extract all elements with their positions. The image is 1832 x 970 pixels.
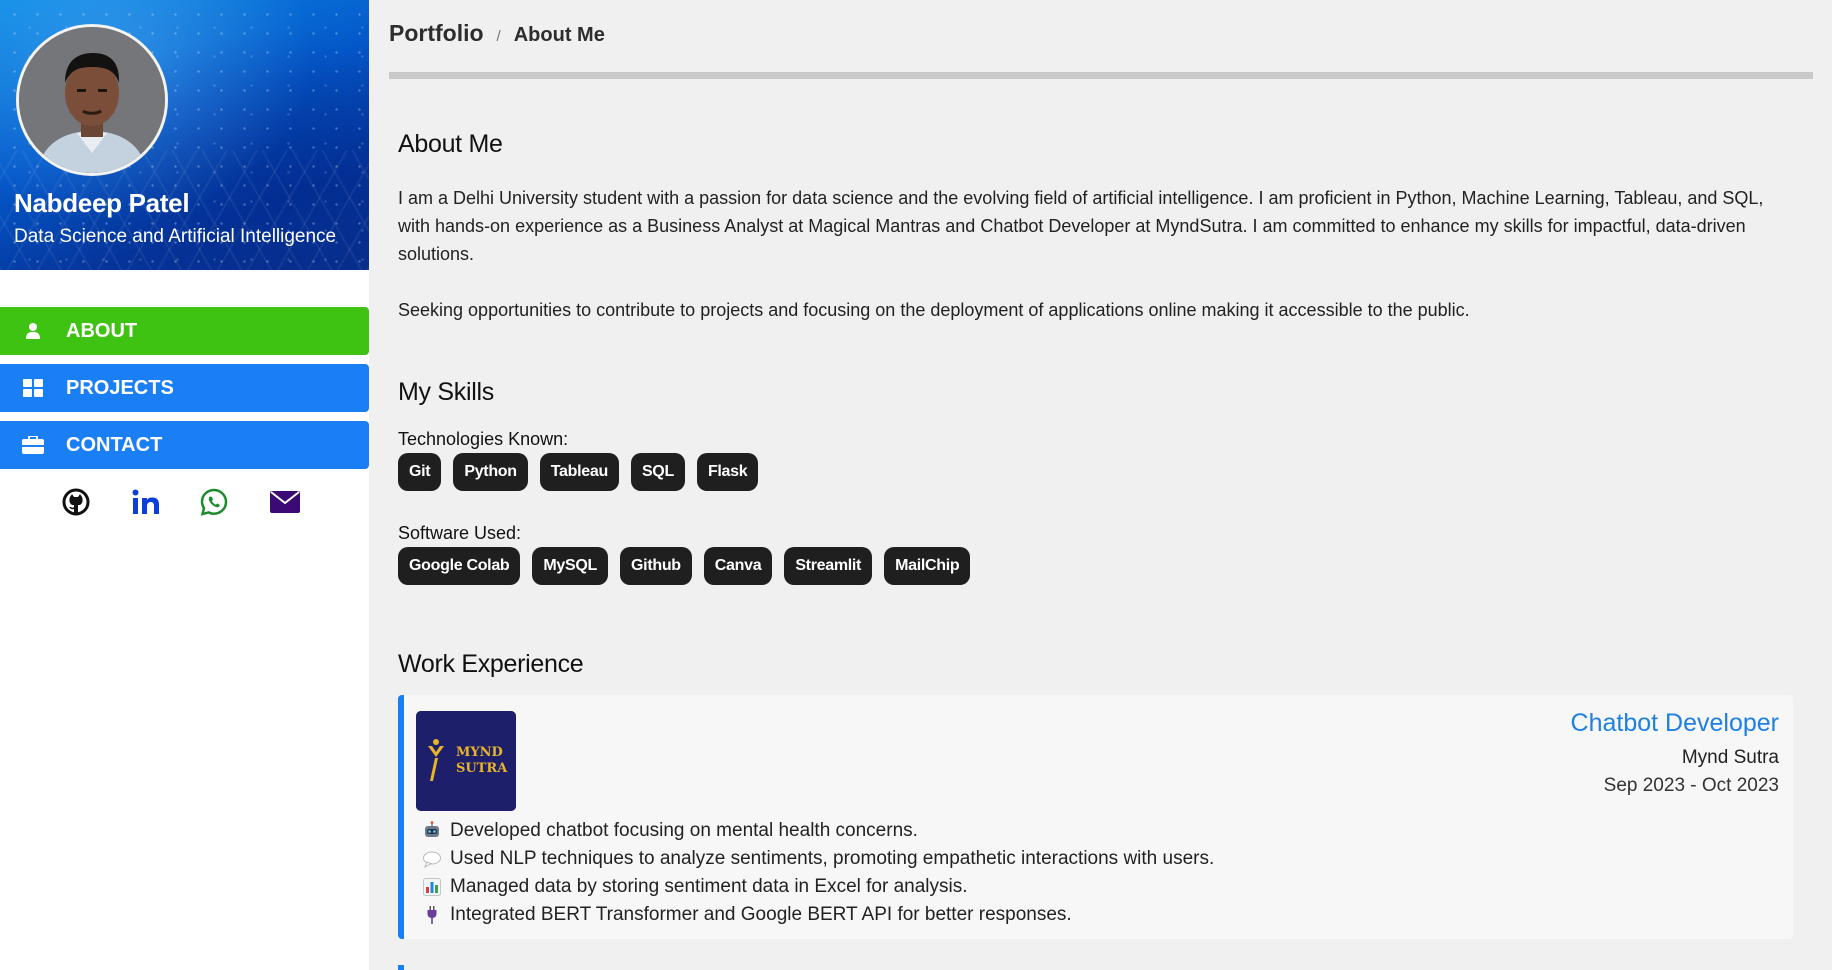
briefcase-icon <box>0 436 66 454</box>
logo-text-line2: SUTRA <box>456 761 508 776</box>
work-heading: Work Experience <box>398 650 584 678</box>
about-paragraph-1: I am a Delhi University student with a p… <box>398 188 1764 264</box>
github-icon[interactable] <box>62 488 90 521</box>
about-heading: About Me <box>398 130 503 158</box>
skills-heading: My Skills <box>398 378 494 406</box>
software-chips: Google Colab MySQL Github Canva Streamli… <box>398 547 971 585</box>
speech-bubble-icon <box>422 849 450 869</box>
profile-name: Nabdeep Patel <box>14 188 190 218</box>
work-experience-card: MYND SUTRA Chatbot Developer Mynd Sutra … <box>398 695 1793 939</box>
technologies-chips: Git Python Tableau SQL Flask <box>398 453 759 491</box>
plug-icon <box>422 905 450 925</box>
avatar <box>16 24 168 176</box>
email-icon[interactable] <box>270 488 300 519</box>
nav-item-projects[interactable]: PROJECTS <box>0 364 369 412</box>
profile-title: Data Science and Artificial Intelligence <box>14 226 337 247</box>
about-paragraph-2: Seeking opportunities to contribute to p… <box>398 300 1470 320</box>
nav-item-label: PROJECTS <box>66 376 174 399</box>
software-label: Software Used: <box>398 523 522 543</box>
duty-item: Developed chatbot focusing on mental hea… <box>422 817 1214 845</box>
software-chip: Streamlit <box>784 547 873 585</box>
nav-item-contact[interactable]: CONTACT <box>0 421 369 469</box>
software-chip: Github <box>620 547 692 585</box>
duty-item: Managed data by storing sentiment data i… <box>422 873 1214 901</box>
sidebar: Nabdeep Patel Data Science and Artificia… <box>0 0 369 970</box>
skill-chip: SQL <box>630 453 685 491</box>
skill-chip: Flask <box>696 453 759 491</box>
software-chip: Google Colab <box>398 547 521 585</box>
software-chip: MailChip <box>884 547 971 585</box>
job-role: Chatbot Developer <box>1570 709 1779 737</box>
software-chip: Canva <box>703 547 773 585</box>
breadcrumb-current: About Me <box>513 24 605 46</box>
nav-item-label: CONTACT <box>66 433 163 456</box>
job-company: Mynd Sutra <box>1681 747 1779 768</box>
duty-text: Used NLP techniques to analyze sentiment… <box>450 848 1215 869</box>
job-dates: Sep 2023 - Oct 2023 <box>1603 775 1779 796</box>
logo-text-line1: MYND <box>456 745 503 760</box>
nav-item-label: ABOUT <box>66 319 138 342</box>
bar-chart-icon <box>422 877 450 897</box>
breadcrumb-portfolio[interactable]: Portfolio <box>389 20 484 47</box>
user-icon <box>0 322 66 340</box>
social-links <box>0 488 369 524</box>
grid-icon <box>0 379 66 397</box>
skill-chip: Python <box>453 453 528 491</box>
technologies-label: Technologies Known: <box>398 429 569 449</box>
job-duties: Developed chatbot focusing on mental hea… <box>422 817 1214 929</box>
next-card-edge <box>398 965 404 970</box>
duty-item: Integrated BERT Transformer and Google B… <box>422 901 1214 929</box>
skill-chip: Git <box>398 453 442 491</box>
duty-text: Managed data by storing sentiment data i… <box>450 876 968 897</box>
nav-item-about[interactable]: ABOUT <box>0 307 369 355</box>
skill-chip: Tableau <box>539 453 619 491</box>
main-content: Portfolio / About Me About Me I am a Del… <box>369 0 1832 970</box>
header-divider <box>389 72 1813 79</box>
sidebar-nav: ABOUT PROJECTS CONTACT <box>0 307 369 478</box>
linkedin-icon[interactable] <box>132 488 160 521</box>
whatsapp-icon[interactable] <box>200 488 228 521</box>
software-chip: MySQL <box>532 547 609 585</box>
robot-icon <box>422 821 450 841</box>
duty-text: Developed chatbot focusing on mental hea… <box>450 820 918 841</box>
breadcrumb-separator: / <box>496 28 501 45</box>
profile-banner: Nabdeep Patel Data Science and Artificia… <box>0 0 369 270</box>
breadcrumb: Portfolio / About Me <box>389 20 605 47</box>
duty-item: Used NLP techniques to analyze sentiment… <box>422 845 1214 873</box>
company-logo: MYND SUTRA <box>416 711 516 811</box>
duty-text: Integrated BERT Transformer and Google B… <box>450 904 1072 925</box>
